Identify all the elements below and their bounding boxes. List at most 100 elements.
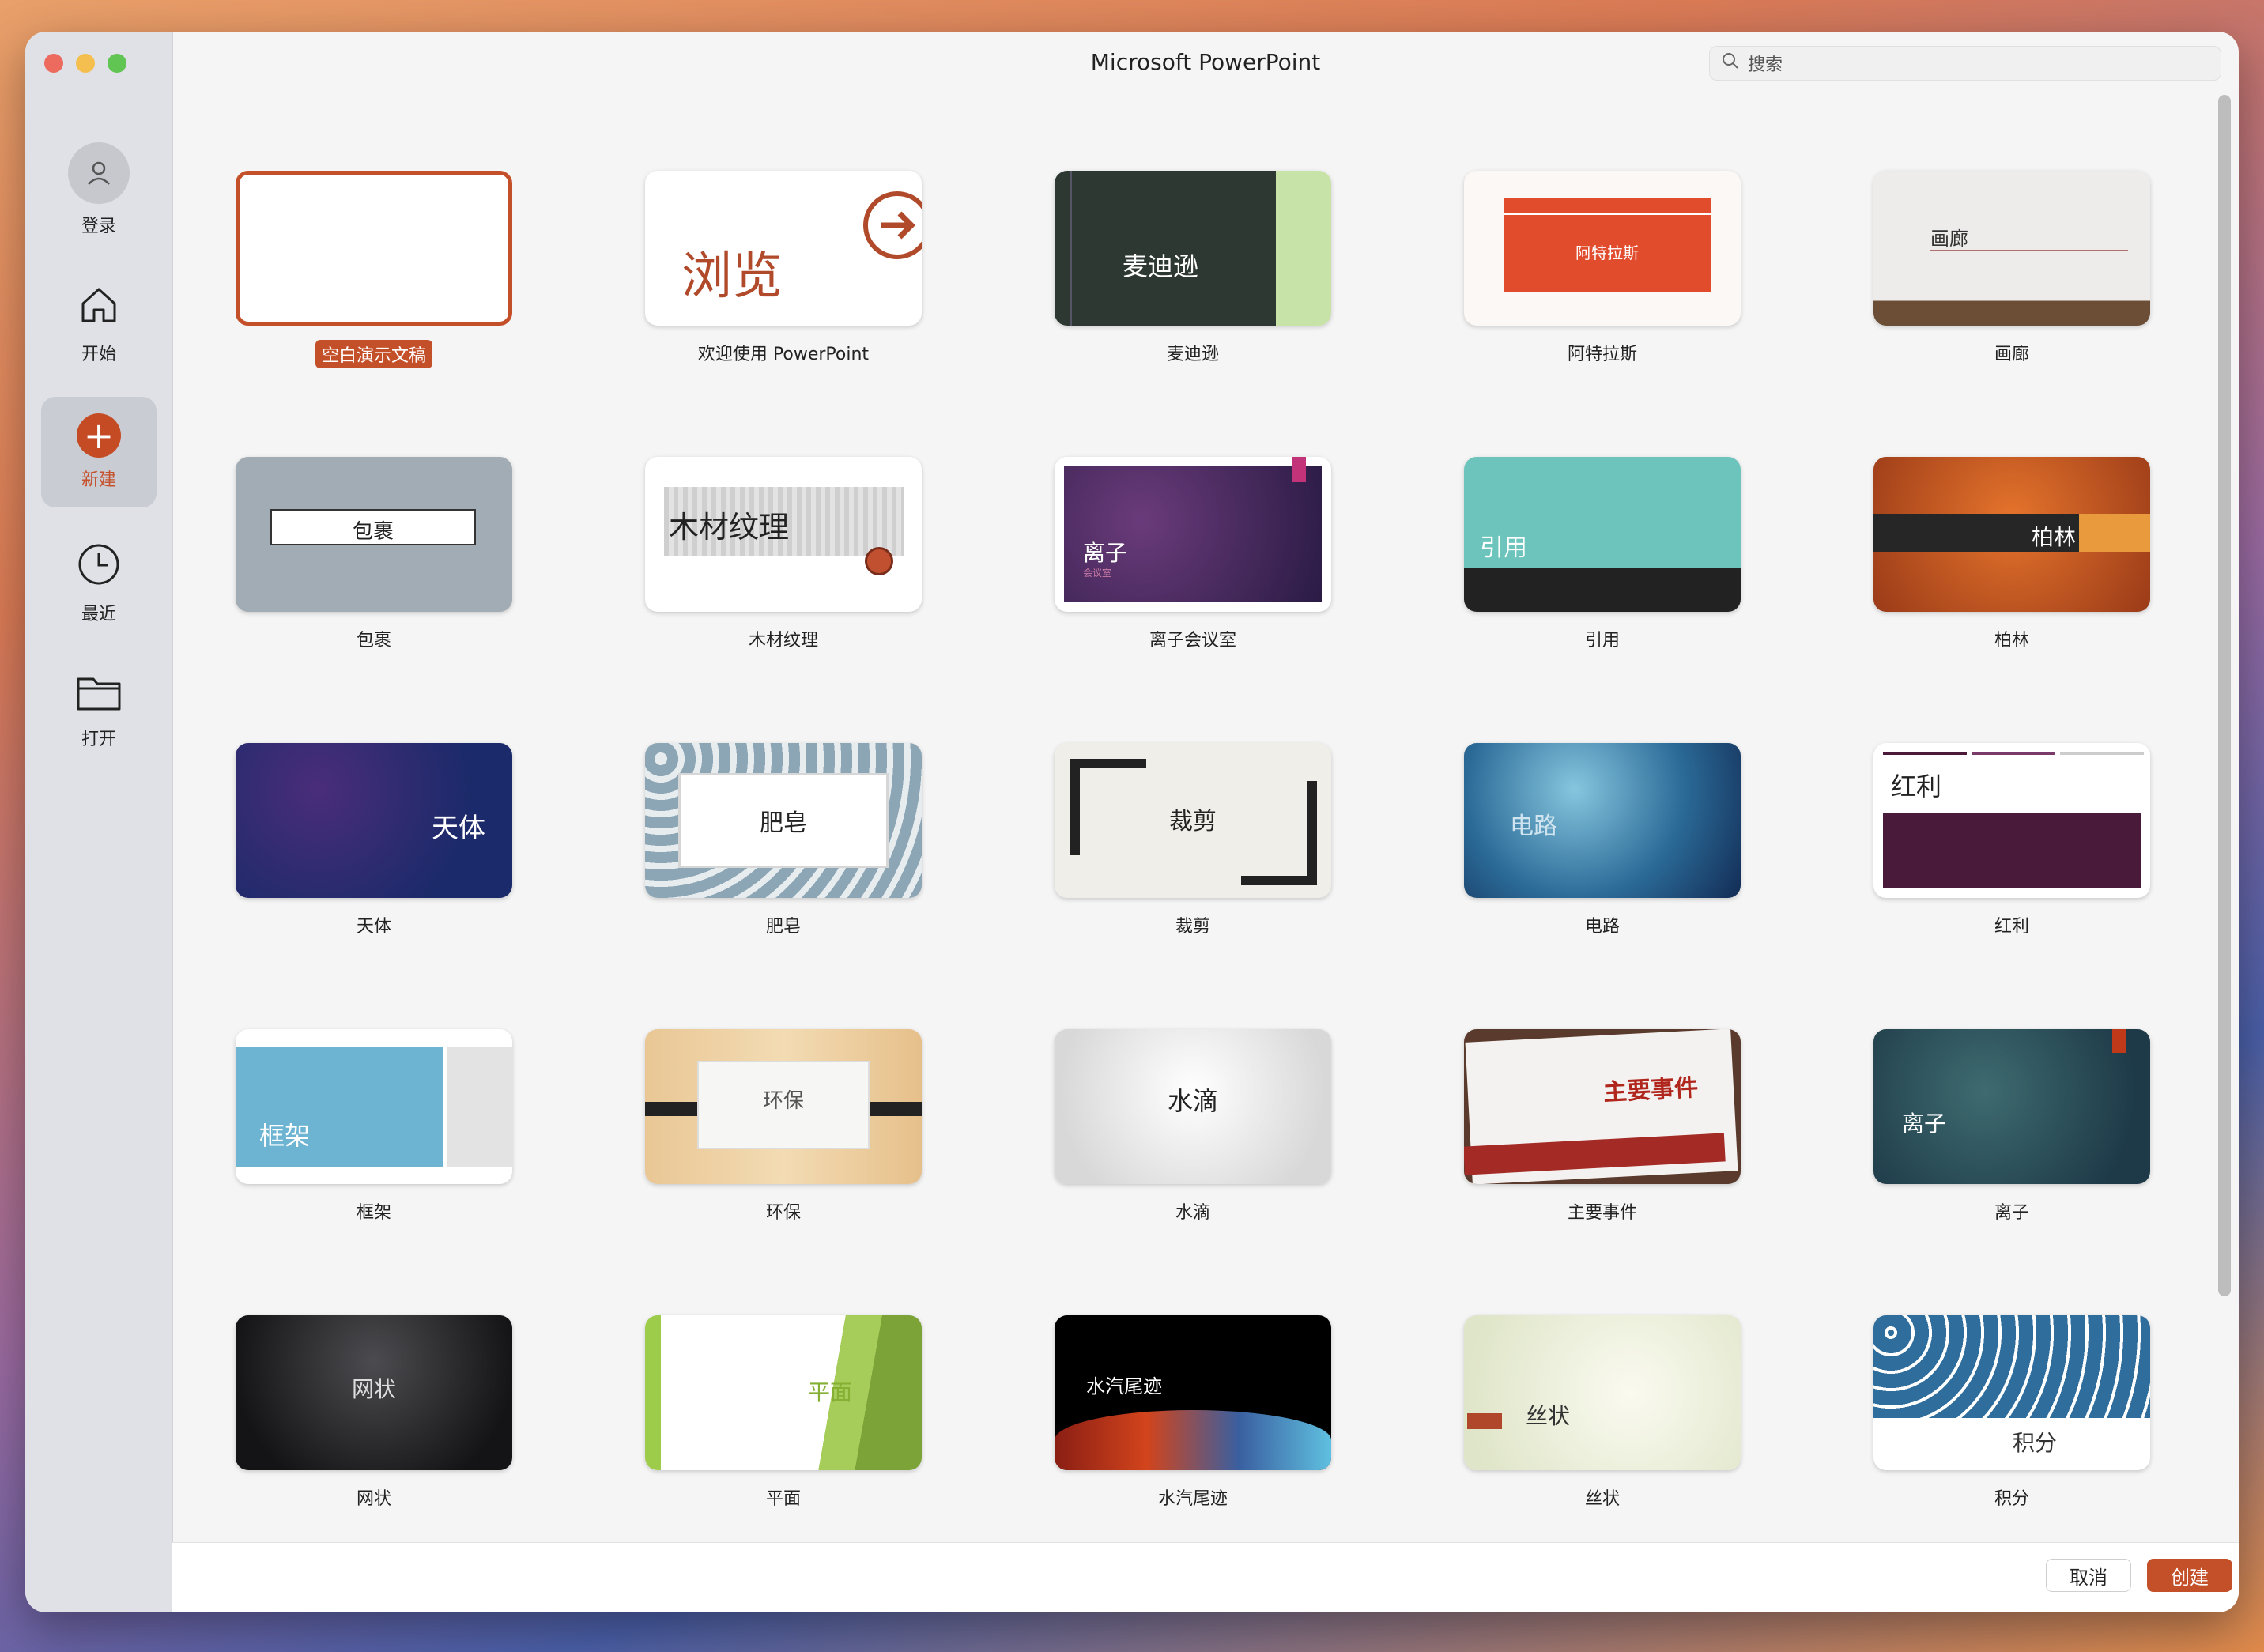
template-caption: 肥皂 bbox=[765, 917, 801, 937]
template-welcome[interactable]: 浏览 欢迎使用 PowerPoint bbox=[645, 171, 922, 457]
thumb-title: 画廊 bbox=[1930, 228, 1968, 250]
template-thumbnail[interactable]: 浏览 bbox=[645, 171, 922, 326]
cancel-button[interactable]: 取消 bbox=[2046, 1559, 2131, 1592]
home-icon bbox=[77, 283, 121, 332]
template-caption: 麦迪逊 bbox=[1166, 345, 1219, 364]
thumb-title: 丝状 bbox=[1526, 1403, 1571, 1429]
template-wood-type[interactable]: 木材纹理 木材纹理 bbox=[645, 457, 922, 743]
thumb-title: 红利 bbox=[1891, 771, 1942, 801]
thumb-title: 电路 bbox=[1510, 813, 1557, 840]
template-thumbnail[interactable]: 裁剪 bbox=[1055, 743, 1331, 898]
sidebar-item-label: 最近 bbox=[81, 605, 116, 624]
template-thumbnail[interactable]: 画廊 bbox=[1873, 171, 2150, 326]
sidebar-item-signin[interactable]: 登录 bbox=[41, 134, 157, 245]
template-caption: 水汽尾迹 bbox=[1157, 1489, 1228, 1509]
template-thumbnail[interactable]: 环保 bbox=[645, 1029, 922, 1184]
template-thumbnail[interactable]: 积分 bbox=[1873, 1315, 2150, 1470]
template-thumbnail[interactable]: 肥皂 bbox=[645, 743, 922, 898]
sidebar-item-recent[interactable]: 最近 bbox=[41, 528, 157, 639]
template-caption: 木材纹理 bbox=[748, 631, 818, 651]
window-controls bbox=[44, 54, 126, 73]
template-savon[interactable]: 肥皂 肥皂 bbox=[645, 743, 922, 1029]
template-thumbnail[interactable]: 丝状 bbox=[1464, 1315, 1741, 1470]
user-icon bbox=[68, 142, 130, 204]
template-organic[interactable]: 环保 环保 bbox=[645, 1029, 922, 1315]
thumb-subtitle: 会议室 bbox=[1083, 568, 1112, 579]
template-ion[interactable]: 离子 离子 bbox=[1873, 1029, 2150, 1315]
template-caption: 柏林 bbox=[1994, 631, 2029, 651]
template-thumbnail[interactable] bbox=[236, 171, 512, 326]
thumb-title: 麦迪逊 bbox=[1123, 251, 1199, 281]
template-main-event[interactable]: 主要事件 主要事件 bbox=[1464, 1029, 1741, 1315]
template-caption: 阿特拉斯 bbox=[1567, 345, 1637, 364]
minimize-button[interactable] bbox=[76, 54, 95, 73]
thumb-title: 木材纹理 bbox=[669, 510, 790, 545]
thumb-title: 水滴 bbox=[1167, 1086, 1218, 1116]
template-thumbnail[interactable]: 阿特拉斯 bbox=[1464, 171, 1741, 326]
template-thumbnail[interactable]: 离子 bbox=[1873, 1029, 2150, 1184]
template-frame[interactable]: 框架 框架 bbox=[236, 1029, 512, 1315]
template-caption: 离子会议室 bbox=[1149, 631, 1236, 651]
template-ion-boardroom[interactable]: 离子 会议室 离子会议室 bbox=[1055, 457, 1331, 743]
sidebar-item-label: 新建 bbox=[81, 470, 116, 490]
template-caption: 引用 bbox=[1584, 631, 1620, 651]
sidebar: 登录 开始 + 新建 最近 打开 bbox=[25, 32, 173, 1612]
template-thumbnail[interactable]: 平面 bbox=[645, 1315, 922, 1470]
template-thumbnail[interactable]: 框架 bbox=[236, 1029, 512, 1184]
template-celestial[interactable]: 天体 天体 bbox=[236, 743, 512, 1029]
thumb-title: 包裹 bbox=[352, 520, 394, 544]
template-droplet[interactable]: 水滴 水滴 bbox=[1055, 1029, 1331, 1315]
template-thumbnail[interactable]: 网状 bbox=[236, 1315, 512, 1470]
close-button[interactable] bbox=[44, 54, 63, 73]
template-caption: 红利 bbox=[1994, 917, 2029, 937]
template-caption: 主要事件 bbox=[1567, 1203, 1637, 1223]
create-button[interactable]: 创建 bbox=[2147, 1559, 2232, 1592]
template-caption: 欢迎使用 PowerPoint bbox=[697, 345, 870, 364]
template-circuit[interactable]: 电路 电路 bbox=[1464, 743, 1741, 1029]
scrollbar[interactable] bbox=[2218, 95, 2231, 1296]
sidebar-item-label: 打开 bbox=[81, 730, 116, 749]
template-thumbnail[interactable]: 包裹 bbox=[236, 457, 512, 612]
template-thumbnail[interactable]: 木材纹理 bbox=[645, 457, 922, 612]
template-thumbnail[interactable]: 柏林 bbox=[1873, 457, 2150, 612]
template-thumbnail[interactable]: 水汽尾迹 bbox=[1055, 1315, 1331, 1470]
search-input[interactable]: 搜索 bbox=[1709, 46, 2221, 81]
template-quotable[interactable]: 引用 引用 bbox=[1464, 457, 1741, 743]
template-thumbnail[interactable]: 天体 bbox=[236, 743, 512, 898]
folder-icon bbox=[76, 673, 122, 717]
arrow-right-icon bbox=[862, 190, 922, 264]
thumb-title: 积分 bbox=[2013, 1430, 2058, 1456]
dialog-footer: 取消 创建 bbox=[172, 1542, 2239, 1612]
thumb-title: 水汽尾迹 bbox=[1086, 1375, 1162, 1397]
template-dividend[interactable]: 红利 红利 bbox=[1873, 743, 2150, 1029]
thumb-title: 天体 bbox=[432, 813, 485, 844]
template-caption: 电路 bbox=[1584, 917, 1620, 937]
template-gallery[interactable]: 画廊 画廊 bbox=[1873, 171, 2150, 457]
template-atlas[interactable]: 阿特拉斯 阿特拉斯 bbox=[1464, 171, 1741, 457]
template-thumbnail[interactable]: 引用 bbox=[1464, 457, 1741, 612]
sidebar-item-home[interactable]: 开始 bbox=[41, 269, 157, 379]
thumb-title: 框架 bbox=[259, 1121, 311, 1151]
thumb-title: 肥皂 bbox=[760, 809, 807, 837]
thumb-title: 网状 bbox=[351, 1376, 396, 1402]
template-grid: 空白演示文稿 浏览 欢迎使用 PowerPoint 麦迪逊 麦迪逊 阿特拉斯 阿… bbox=[236, 171, 2150, 1601]
template-thumbnail[interactable]: 主要事件 bbox=[1464, 1029, 1741, 1184]
template-caption: 天体 bbox=[356, 917, 391, 937]
template-parcel[interactable]: 包裹 包裹 bbox=[236, 457, 512, 743]
sidebar-item-new[interactable]: + 新建 bbox=[41, 397, 157, 507]
template-berlin[interactable]: 柏林 柏林 bbox=[1873, 457, 2150, 743]
template-caption: 空白演示文稿 bbox=[315, 340, 432, 368]
plus-icon: + bbox=[77, 413, 121, 458]
template-caption: 水滴 bbox=[1175, 1203, 1210, 1223]
template-blank[interactable]: 空白演示文稿 bbox=[236, 171, 512, 457]
sidebar-item-open[interactable]: 打开 bbox=[41, 656, 157, 767]
template-thumbnail[interactable]: 麦迪逊 bbox=[1055, 171, 1331, 326]
template-thumbnail[interactable]: 水滴 bbox=[1055, 1029, 1331, 1184]
template-thumbnail[interactable]: 电路 bbox=[1464, 743, 1741, 898]
zoom-button[interactable] bbox=[108, 54, 126, 73]
template-caption: 画廊 bbox=[1994, 345, 2029, 364]
template-thumbnail[interactable]: 红利 bbox=[1873, 743, 2150, 898]
template-crop[interactable]: 裁剪 裁剪 bbox=[1055, 743, 1331, 1029]
template-madison[interactable]: 麦迪逊 麦迪逊 bbox=[1055, 171, 1331, 457]
template-thumbnail[interactable]: 离子 会议室 bbox=[1055, 457, 1331, 612]
